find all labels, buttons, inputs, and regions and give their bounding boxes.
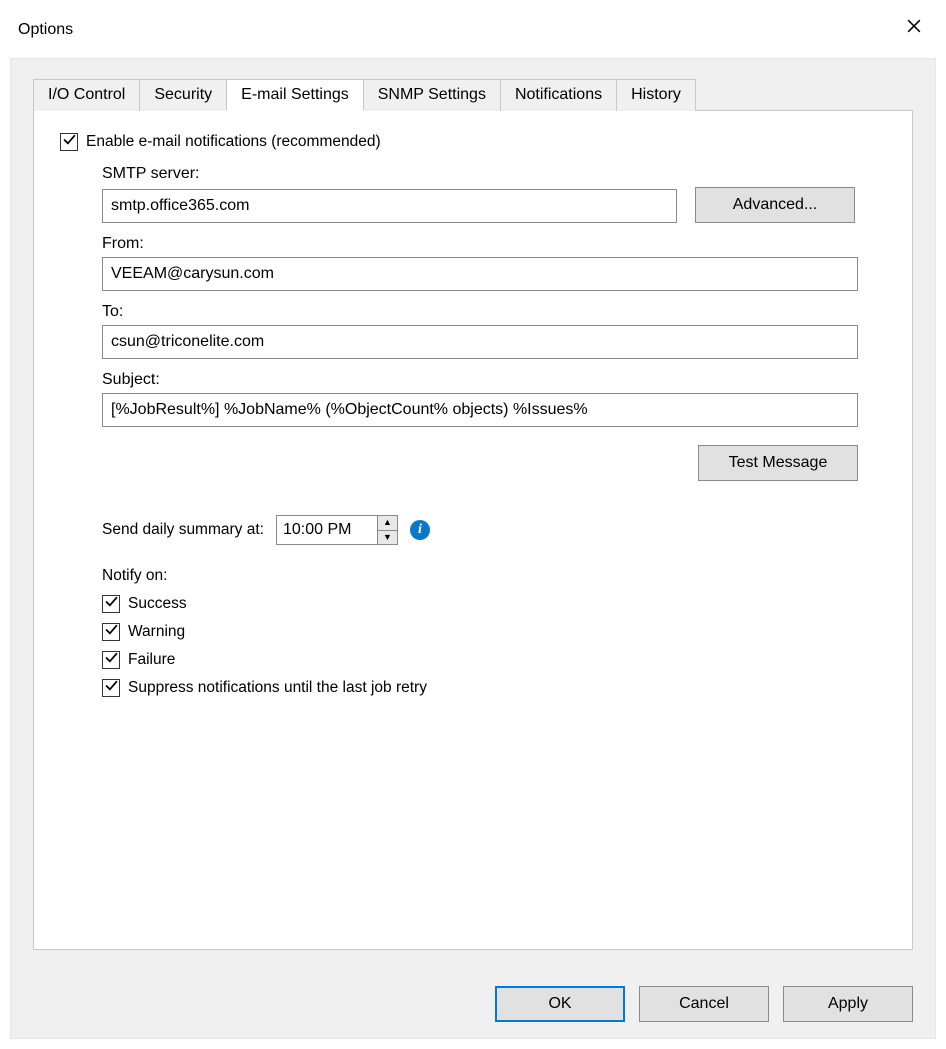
notify-success-checkbox[interactable] (102, 595, 120, 613)
notify-on-label: Notify on: (102, 567, 886, 585)
summary-row: Send daily summary at: ▲ ▼ i (102, 515, 886, 545)
tab-io-control[interactable]: I/O Control (33, 79, 140, 111)
tab-history[interactable]: History (616, 79, 696, 111)
checkmark-icon (105, 679, 118, 697)
subject-input[interactable] (102, 393, 858, 427)
test-message-button[interactable]: Test Message (698, 445, 858, 481)
close-button[interactable] (892, 11, 936, 43)
close-icon (907, 19, 921, 36)
advanced-button[interactable]: Advanced... (695, 187, 855, 223)
notify-failure-label: Failure (128, 651, 175, 669)
apply-button[interactable]: Apply (783, 986, 913, 1022)
enable-email-row: Enable e-mail notifications (recommended… (60, 133, 886, 151)
smtp-input[interactable] (102, 189, 677, 223)
notify-suppress-label: Suppress notifications until the last jo… (128, 679, 427, 697)
notify-block: Notify on: Success Warning (102, 567, 886, 697)
notify-suppress-row: Suppress notifications until the last jo… (102, 679, 886, 697)
smtp-row: Advanced... (102, 187, 886, 223)
enable-email-checkbox[interactable] (60, 133, 78, 151)
chevron-up-icon: ▲ (383, 518, 392, 527)
spinner-up-button[interactable]: ▲ (378, 516, 397, 531)
tab-security[interactable]: Security (139, 79, 227, 111)
cancel-button[interactable]: Cancel (639, 986, 769, 1022)
checkmark-icon (63, 133, 76, 151)
spinner-down-button[interactable]: ▼ (378, 531, 397, 545)
notify-failure-checkbox[interactable] (102, 651, 120, 669)
summary-time-input[interactable] (277, 516, 377, 544)
titlebar: Options (0, 0, 946, 48)
info-icon[interactable]: i (410, 520, 430, 540)
tab-email-settings[interactable]: E-mail Settings (226, 79, 364, 111)
notify-warning-row: Warning (102, 623, 886, 641)
options-dialog: Options I/O Control Security E-mail Sett… (0, 0, 946, 1049)
spinner-buttons: ▲ ▼ (377, 516, 397, 544)
notify-suppress-checkbox[interactable] (102, 679, 120, 697)
test-row: Test Message (102, 445, 858, 481)
to-label: To: (102, 303, 886, 321)
dialog-body: I/O Control Security E-mail Settings SNM… (10, 58, 936, 1039)
tab-strip: I/O Control Security E-mail Settings SNM… (33, 79, 913, 111)
summary-label: Send daily summary at: (102, 521, 264, 539)
notify-warning-checkbox[interactable] (102, 623, 120, 641)
chevron-down-icon: ▼ (383, 533, 392, 542)
tab-panel-email: Enable e-mail notifications (recommended… (33, 110, 913, 950)
from-input[interactable] (102, 257, 858, 291)
checkmark-icon (105, 623, 118, 641)
notify-failure-row: Failure (102, 651, 886, 669)
window-title: Options (18, 15, 73, 39)
checkmark-icon (105, 651, 118, 669)
notify-success-row: Success (102, 595, 886, 613)
ok-button[interactable]: OK (495, 986, 625, 1022)
checkmark-icon (105, 595, 118, 613)
from-label: From: (102, 235, 886, 253)
enable-email-label: Enable e-mail notifications (recommended… (86, 133, 381, 151)
notify-success-label: Success (128, 595, 187, 613)
notify-warning-label: Warning (128, 623, 185, 641)
email-form: SMTP server: Advanced... From: To: Subje… (102, 165, 886, 697)
tab-notifications[interactable]: Notifications (500, 79, 617, 111)
subject-label: Subject: (102, 371, 886, 389)
summary-time-spinner: ▲ ▼ (276, 515, 398, 545)
to-input[interactable] (102, 325, 858, 359)
smtp-label: SMTP server: (102, 165, 886, 183)
tab-snmp-settings[interactable]: SNMP Settings (363, 79, 501, 111)
dialog-footer: OK Cancel Apply (495, 986, 913, 1022)
